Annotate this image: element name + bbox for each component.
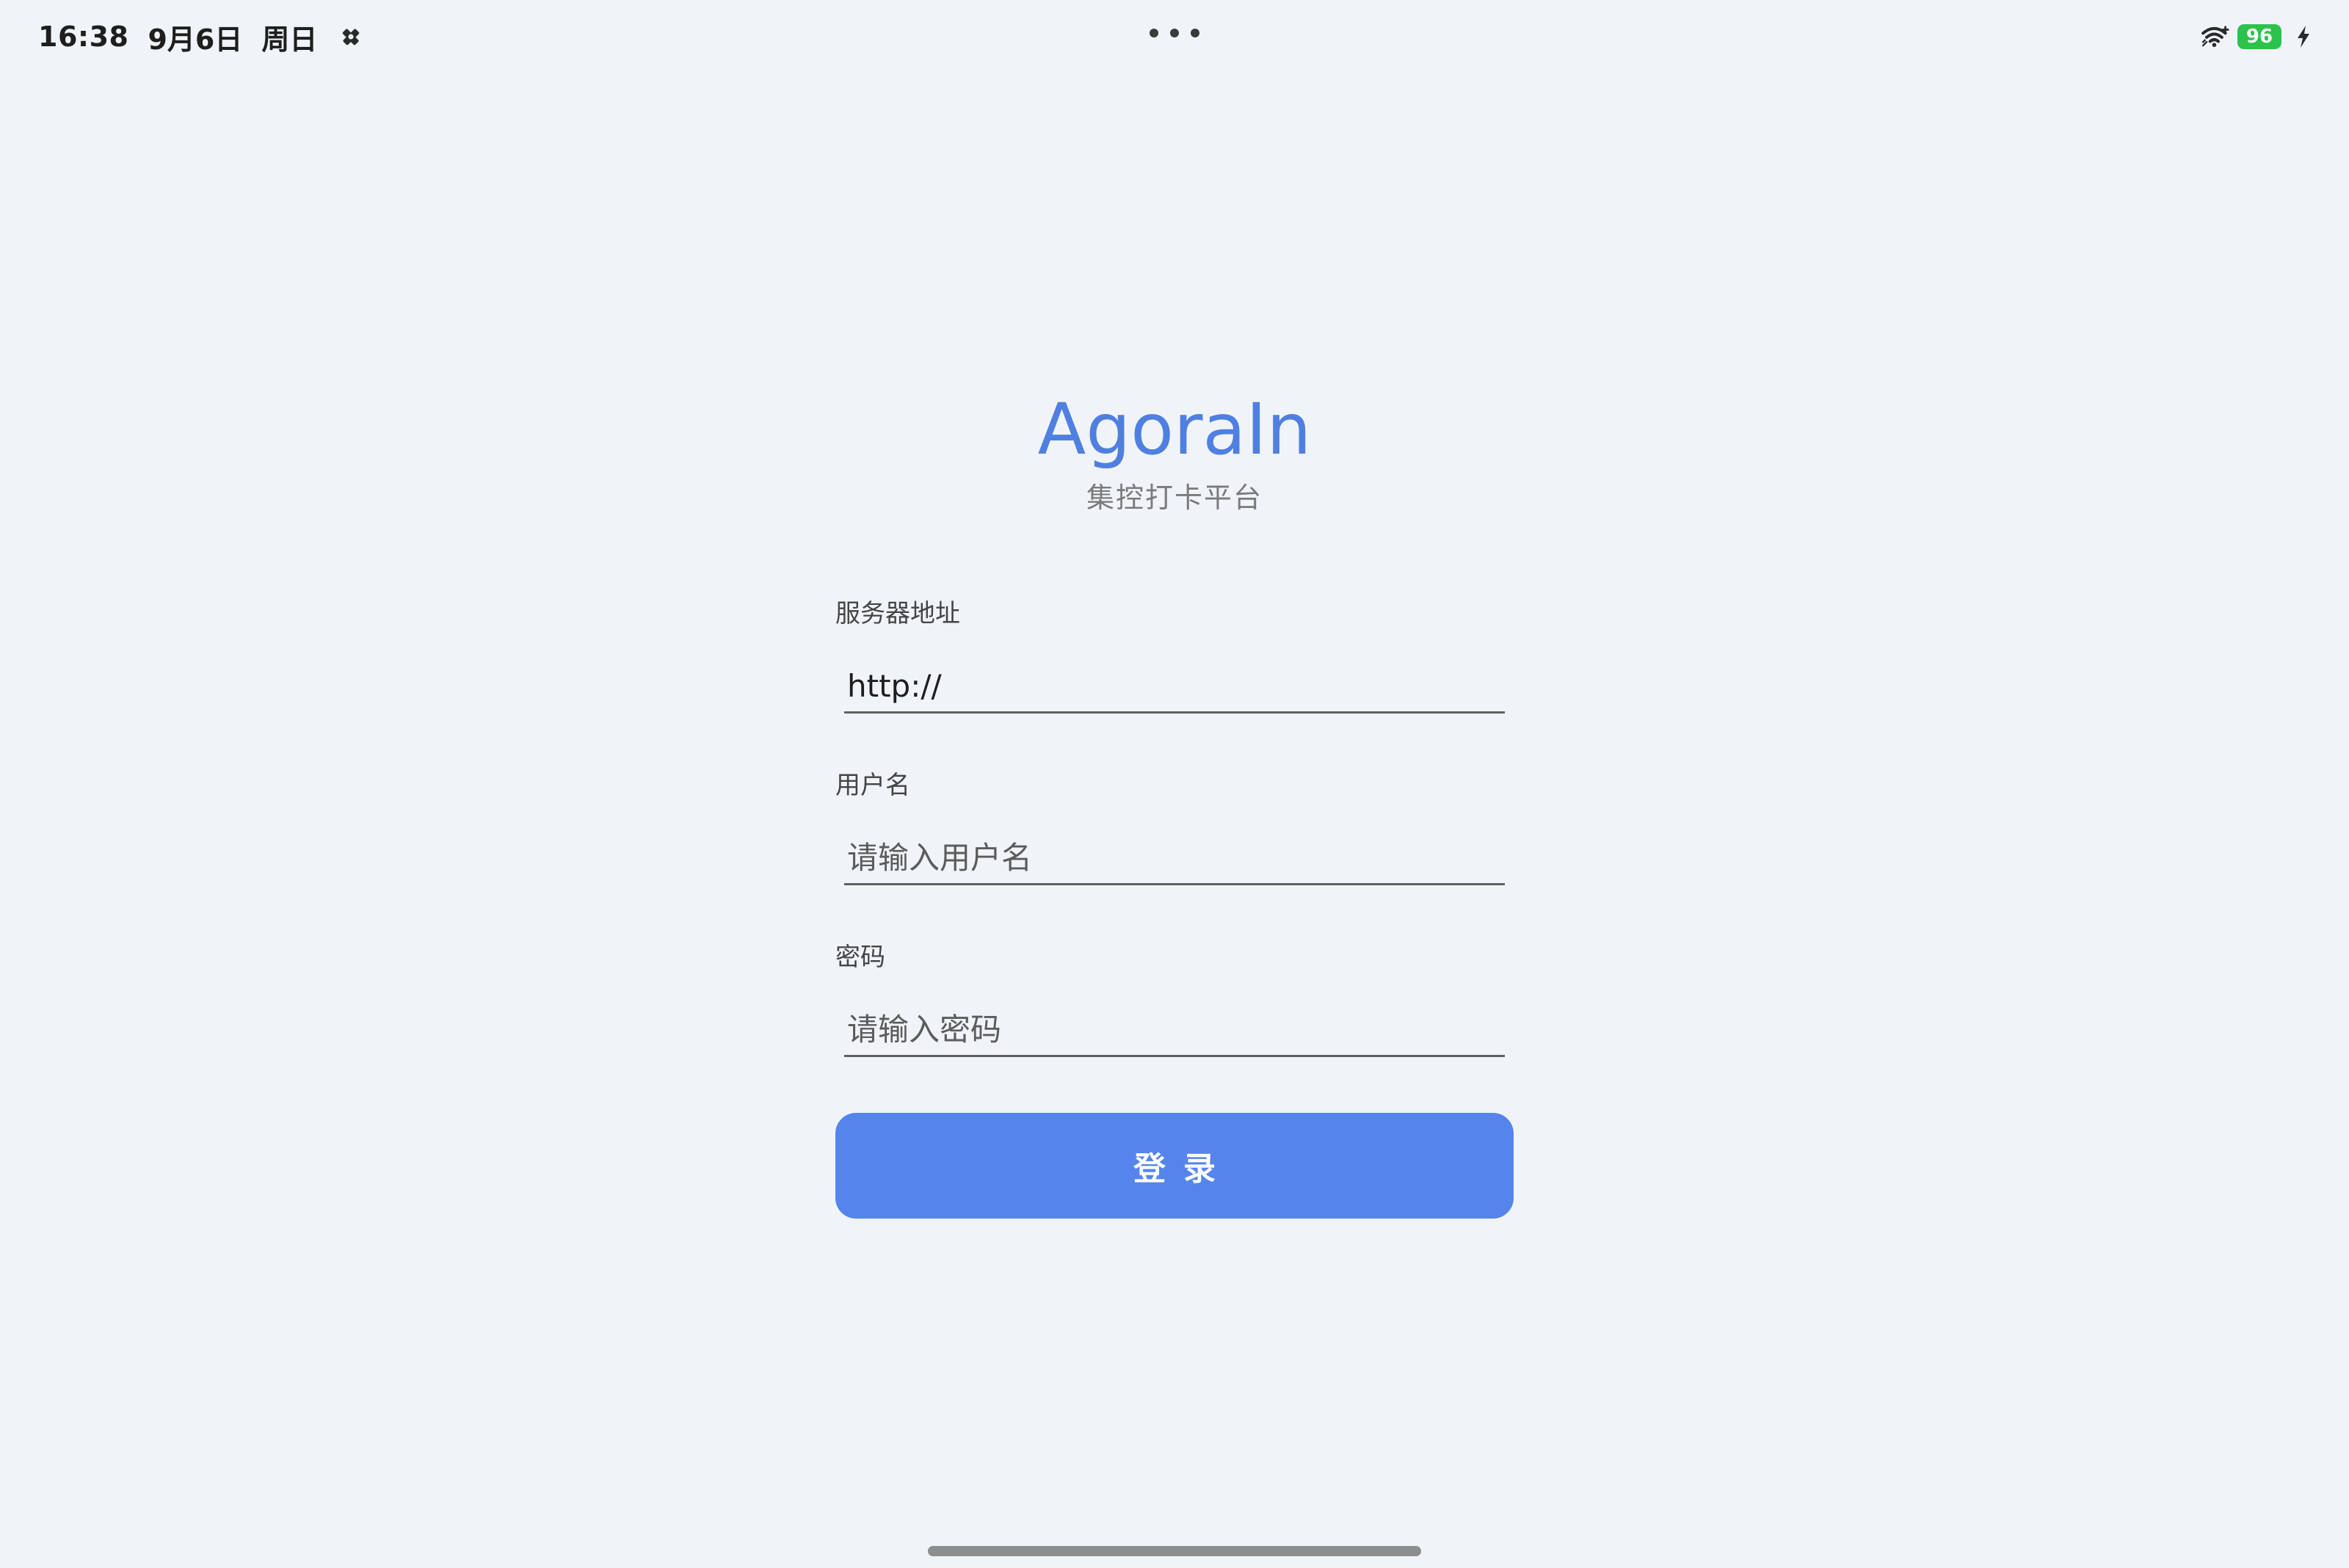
status-time: 16:38 [38, 21, 129, 53]
server-address-input[interactable] [844, 661, 1505, 714]
login-screen: 16:38 9月6日 周日 96 AgoraIn 集控打卡平台 服务器地址 ht… [0, 0, 2349, 1568]
status-bar-left: 16:38 9月6日 周日 [38, 19, 366, 56]
status-bar-right: 96 [2201, 19, 2318, 54]
password-input[interactable] [844, 1004, 1505, 1057]
login-button[interactable]: 登录 [835, 1113, 1514, 1219]
home-indicator[interactable] [928, 1546, 1421, 1556]
server-address-label: 服务器地址 [835, 599, 960, 628]
app-subtitle: 集控打卡平台 [1086, 482, 1263, 514]
notification-icon [336, 22, 366, 51]
more-dots-icon[interactable] [1150, 28, 1199, 38]
app-title: AgoraIn [1037, 388, 1312, 471]
wifi-icon [2201, 22, 2230, 51]
status-weekday: 周日 [261, 23, 318, 56]
battery-indicator: 96 [2237, 24, 2281, 49]
username-label: 用户名 [835, 771, 910, 800]
username-input[interactable] [844, 832, 1505, 885]
charging-bolt-icon [2289, 22, 2318, 51]
status-bar: 16:38 9月6日 周日 96 [0, 0, 2349, 73]
password-label: 密码 [835, 943, 885, 972]
status-date: 9月6日 [148, 23, 243, 56]
login-form: 服务器地址 用户名 密码 登录 [835, 587, 1514, 1233]
